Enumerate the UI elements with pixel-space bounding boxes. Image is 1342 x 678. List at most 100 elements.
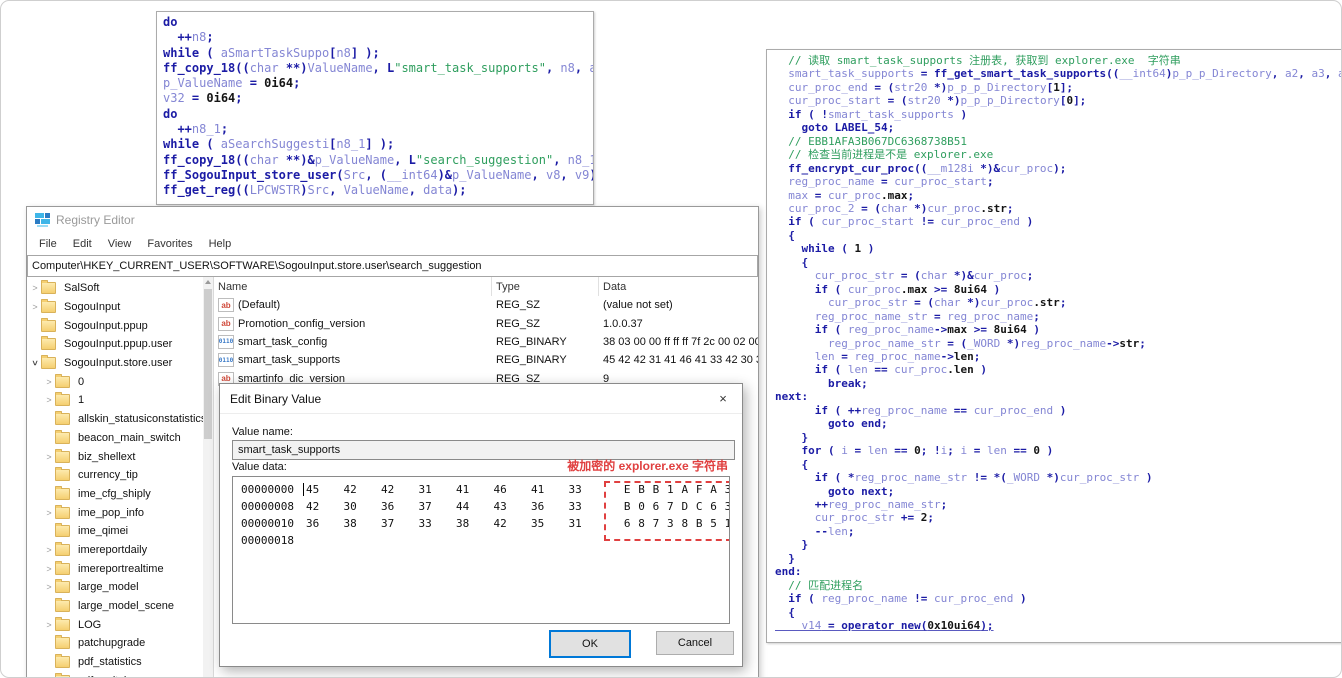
- tree-item-biz_shellext[interactable]: > biz_shellext: [27, 447, 213, 466]
- code-line: ff_encrypt_cur_proc((__m128i *)&cur_proc…: [775, 162, 1341, 175]
- tree-item-SogouInput.ppup[interactable]: SogouInput.ppup: [27, 316, 213, 335]
- code-line: do: [163, 107, 587, 122]
- chevron-right-icon[interactable]: >: [43, 395, 55, 405]
- code-token: .max: [880, 188, 908, 202]
- column-header-name[interactable]: Name: [214, 277, 492, 296]
- tree-item-ime_qimei[interactable]: ime_qimei: [27, 522, 213, 541]
- code-token: // 读取 smart_task_supports 注册表, 获取到 explo…: [775, 54, 1181, 67]
- code-token: a2: [1284, 67, 1299, 81]
- tree-item-0[interactable]: >0: [27, 372, 213, 391]
- code-token: ;: [907, 188, 915, 202]
- folder-icon: [55, 560, 70, 575]
- code-line: break;: [775, 377, 1341, 390]
- chevron-right-icon[interactable]: >: [43, 564, 55, 574]
- chevron-right-icon[interactable]: >: [43, 545, 55, 555]
- code-token: if (: [775, 323, 848, 337]
- chevron-right-icon[interactable]: >: [43, 508, 55, 518]
- chevron-right-icon[interactable]: >: [29, 283, 41, 293]
- tree-item-imereportrealtime[interactable]: > imereportrealtime: [27, 559, 213, 578]
- chevron-down-icon[interactable]: >: [30, 357, 40, 369]
- hex-editor[interactable]: 000000004542423141464133EBB1AFA300000008…: [232, 476, 730, 624]
- hex-ascii-char: 3: [721, 500, 729, 513]
- hex-byte: 45: [306, 483, 320, 496]
- code-line: p_ValueName = 0i64;: [163, 76, 587, 91]
- tree-scrollbar[interactable]: [203, 277, 213, 677]
- code-token: ;: [947, 444, 961, 458]
- code-token: "search_suggestion": [415, 152, 554, 167]
- code-token: =: [834, 349, 855, 363]
- tree-item-SalSoft[interactable]: > SalSoft: [27, 279, 213, 298]
- hex-bytes: 45 42 42 31 41 46 41 33: [306, 483, 606, 496]
- value-row-smart_task_config[interactable]: 0110 smart_task_config REG_BINARY 38 03 00 …: [214, 333, 758, 351]
- tree-item-beacon_main_switch[interactable]: beacon_main_switch: [27, 429, 213, 448]
- hex-byte: 37: [418, 500, 432, 513]
- hex-ascii-char: 8: [638, 517, 645, 530]
- tree-item-LOG[interactable]: > LOG: [27, 615, 213, 634]
- tree-item-large_model_scene[interactable]: large_model_scene: [27, 597, 213, 616]
- column-header-type[interactable]: Type: [492, 277, 599, 296]
- scrollbar-up-arrow-icon[interactable]: [205, 280, 211, 284]
- tree-item-ime_cfg_shiply[interactable]: ime_cfg_shiply: [27, 485, 213, 504]
- code-token: ff_SogouInput_store_user(: [163, 167, 344, 182]
- code-token: .str: [980, 201, 1007, 215]
- value-name-text: (Default): [238, 299, 281, 312]
- tree-item-large_model[interactable]: > large_model: [27, 578, 213, 597]
- code-token: data: [423, 183, 453, 198]
- tree-item-patchupgrade[interactable]: patchupgrade: [27, 634, 213, 653]
- folder-icon: [41, 317, 56, 332]
- tree-item-currency_tip[interactable]: currency_tip: [27, 466, 213, 485]
- scrollbar-thumb[interactable]: [204, 289, 212, 439]
- code-token: ;: [235, 91, 243, 106]
- code-token: len: [986, 444, 1007, 458]
- tree-item-SogouInput[interactable]: > SogouInput: [27, 298, 213, 317]
- code-token: goto LABEL_54;: [775, 121, 895, 135]
- menu-edit[interactable]: Edit: [65, 235, 100, 253]
- tree-item-SogouInput.ppup.user[interactable]: SogouInput.ppup.user: [27, 335, 213, 354]
- tree-item-allskin_statusiconstatistics[interactable]: allskin_statusiconstatistics: [27, 410, 213, 429]
- close-icon[interactable]: ×: [704, 385, 742, 413]
- value-row-Promotion_config_version[interactable]: ab Promotion_config_version REG_SZ 1.0.0.37: [214, 314, 758, 332]
- code-token: reg_proc_name_str: [775, 336, 941, 350]
- tree-item-pdf_statistics[interactable]: pdf_statistics: [27, 653, 213, 672]
- code-token: cur_proc_str: [775, 296, 908, 310]
- code-token: Src: [307, 183, 330, 198]
- column-header-data[interactable]: Data: [599, 277, 758, 296]
- tree-item-imereportdaily[interactable]: > imereportdaily: [27, 541, 213, 560]
- menu-favorites[interactable]: Favorites: [139, 235, 200, 253]
- code-token: ==: [1006, 444, 1034, 458]
- menu-file[interactable]: File: [31, 235, 65, 253]
- hex-ascii: EBB1AFA3: [620, 483, 729, 496]
- chevron-right-icon[interactable]: >: [29, 302, 41, 312]
- registry-address-bar[interactable]: Computer\HKEY_CURRENT_USER\SOFTWARE\Sogo…: [27, 255, 758, 277]
- code-token: =: [242, 76, 265, 91]
- chevron-right-icon[interactable]: >: [43, 582, 55, 592]
- code-line: ++n8;: [163, 30, 587, 45]
- code-token: p_ValueName: [452, 167, 532, 182]
- code-token: ,: [531, 167, 546, 182]
- code-line: // EBB1AFA3B067DC6368738B51: [775, 135, 1341, 148]
- tree-item-label: SogouInput: [64, 301, 121, 314]
- menu-help[interactable]: Help: [201, 235, 240, 253]
- code-token: a4: [589, 61, 593, 75]
- code-line: while ( aSmartTaskSuppo[n8] );: [163, 46, 587, 61]
- chevron-right-icon[interactable]: >: [43, 377, 55, 387]
- tree-item-ime_pop_info[interactable]: > ime_pop_info: [27, 503, 213, 522]
- chevron-right-icon[interactable]: >: [43, 620, 55, 630]
- tree-item-label: 0: [78, 375, 85, 388]
- value-row-(Default)[interactable]: ab (Default) REG_SZ (value not set): [214, 296, 758, 314]
- tree-item-label: SogouInput.ppup: [64, 319, 148, 332]
- tree-item-pdf_switch[interactable]: >pdf_switch: [27, 671, 213, 677]
- ok-button[interactable]: OK: [549, 630, 631, 658]
- hex-byte: 42: [306, 500, 320, 513]
- code-token: ): [1020, 215, 1034, 229]
- hex-byte: 42: [493, 517, 507, 530]
- menu-view[interactable]: View: [100, 235, 140, 253]
- hex-byte: 36: [381, 500, 395, 513]
- value-row-smart_task_supports[interactable]: 0110 smart_task_supports REG_BINARY 45 42 4…: [214, 351, 758, 369]
- tree-item-1[interactable]: >1: [27, 391, 213, 410]
- code-token: _WORD: [1006, 471, 1040, 485]
- cancel-button[interactable]: Cancel: [656, 631, 734, 655]
- tree-item-SogouInput.store.user[interactable]: > SogouInput.store.user: [27, 354, 213, 373]
- chevron-right-icon[interactable]: >: [43, 452, 55, 462]
- code-token: ): [300, 183, 308, 198]
